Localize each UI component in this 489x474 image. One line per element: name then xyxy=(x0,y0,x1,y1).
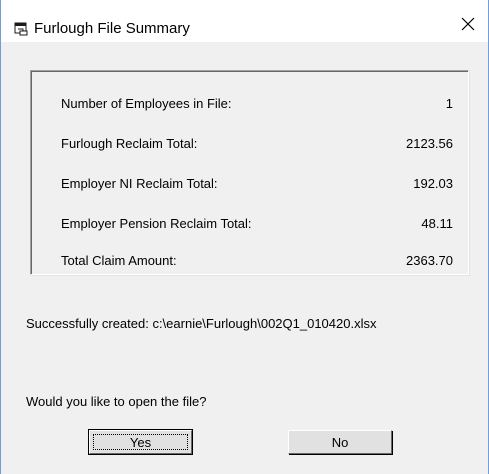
summary-value: 192.03 xyxy=(413,176,453,191)
summary-label: Number of Employees in File: xyxy=(61,96,232,111)
app-window-icon xyxy=(14,22,28,36)
summary-label: Employer Pension Reclaim Total: xyxy=(61,216,252,231)
summary-label: Total Claim Amount: xyxy=(61,253,177,268)
summary-row-employer-ni: Employer NI Reclaim Total: 192.03 xyxy=(61,176,453,194)
yes-button[interactable]: Yes xyxy=(88,429,193,455)
summary-panel: Number of Employees in File: 1 Furlough … xyxy=(30,70,469,275)
close-icon xyxy=(461,17,475,36)
open-file-question: Would you like to open the file? xyxy=(26,394,207,409)
no-button-label: No xyxy=(331,434,349,450)
summary-row-furlough-reclaim: Furlough Reclaim Total: 2123.56 xyxy=(61,136,453,154)
status-message: Successfully created: c:\earnie\Furlough… xyxy=(26,316,377,331)
summary-label: Furlough Reclaim Total: xyxy=(61,136,198,151)
dialog-client-area: Number of Employees in File: 1 Furlough … xyxy=(1,42,488,474)
dialog-window: Furlough File Summary Number of Employee… xyxy=(0,0,489,474)
close-button[interactable] xyxy=(448,12,488,40)
window-title: Furlough File Summary xyxy=(34,20,190,37)
summary-value: 2363.70 xyxy=(406,253,453,268)
summary-row-total-claim: Total Claim Amount: 2363.70 xyxy=(61,253,453,271)
summary-row-employees: Number of Employees in File: 1 xyxy=(61,96,453,114)
summary-value: 1 xyxy=(445,96,453,111)
no-button[interactable]: No xyxy=(288,430,392,454)
yes-button-label: Yes xyxy=(129,434,152,450)
summary-label: Employer NI Reclaim Total: xyxy=(61,176,218,191)
summary-value: 2123.56 xyxy=(406,136,453,151)
summary-row-employer-pension: Employer Pension Reclaim Total: 48.11 xyxy=(61,216,453,234)
summary-value: 48.11 xyxy=(421,216,453,231)
title-bar[interactable]: Furlough File Summary xyxy=(1,0,488,42)
